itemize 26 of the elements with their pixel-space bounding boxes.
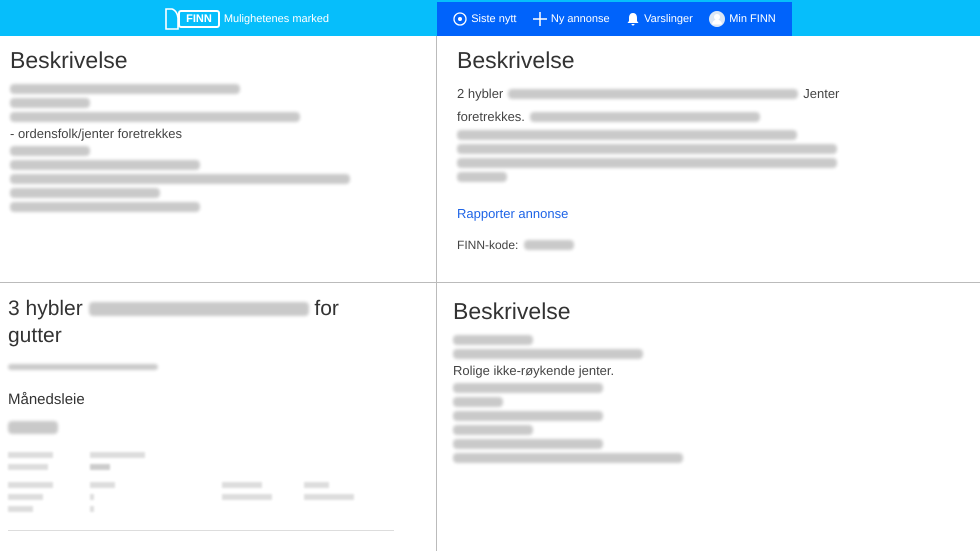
bell-icon bbox=[626, 12, 640, 26]
user-icon bbox=[709, 11, 726, 27]
blurred-text bbox=[453, 397, 503, 407]
target-icon bbox=[453, 12, 468, 26]
tagline: Mulighetenes marked bbox=[224, 12, 329, 27]
nav-link[interactable]: Varslinger bbox=[626, 10, 693, 28]
text: Rolige ikke-røykende jenter. bbox=[453, 363, 614, 379]
listing-title: 3 hybler for gutter bbox=[8, 296, 340, 349]
text: Jenter bbox=[803, 85, 840, 103]
logo-mark-icon bbox=[165, 8, 180, 30]
nav-link[interactable]: Min FINN bbox=[709, 10, 776, 28]
plus-icon bbox=[532, 12, 547, 26]
report-ad-link[interactable]: Rapporter annonse bbox=[457, 204, 960, 224]
blurred-text bbox=[524, 240, 574, 250]
section-heading: Beskrivelse bbox=[10, 46, 129, 74]
text: foretrekkes. bbox=[457, 108, 525, 126]
section-heading: Beskrivelse bbox=[457, 46, 576, 74]
blurred-text bbox=[457, 172, 507, 182]
nav-link[interactable]: Siste nytt bbox=[453, 10, 516, 28]
text: 2 hybler bbox=[457, 85, 504, 103]
section-heading: Beskrivelse bbox=[453, 297, 572, 325]
text: - ordensfolk/jenter foretrekkes bbox=[10, 126, 182, 142]
nav-link[interactable]: Ny annonse bbox=[532, 10, 610, 28]
finn-code-label: FINN-kode: bbox=[457, 236, 518, 254]
price-label: Månedsleie bbox=[8, 390, 86, 410]
blurred-text bbox=[8, 420, 58, 434]
